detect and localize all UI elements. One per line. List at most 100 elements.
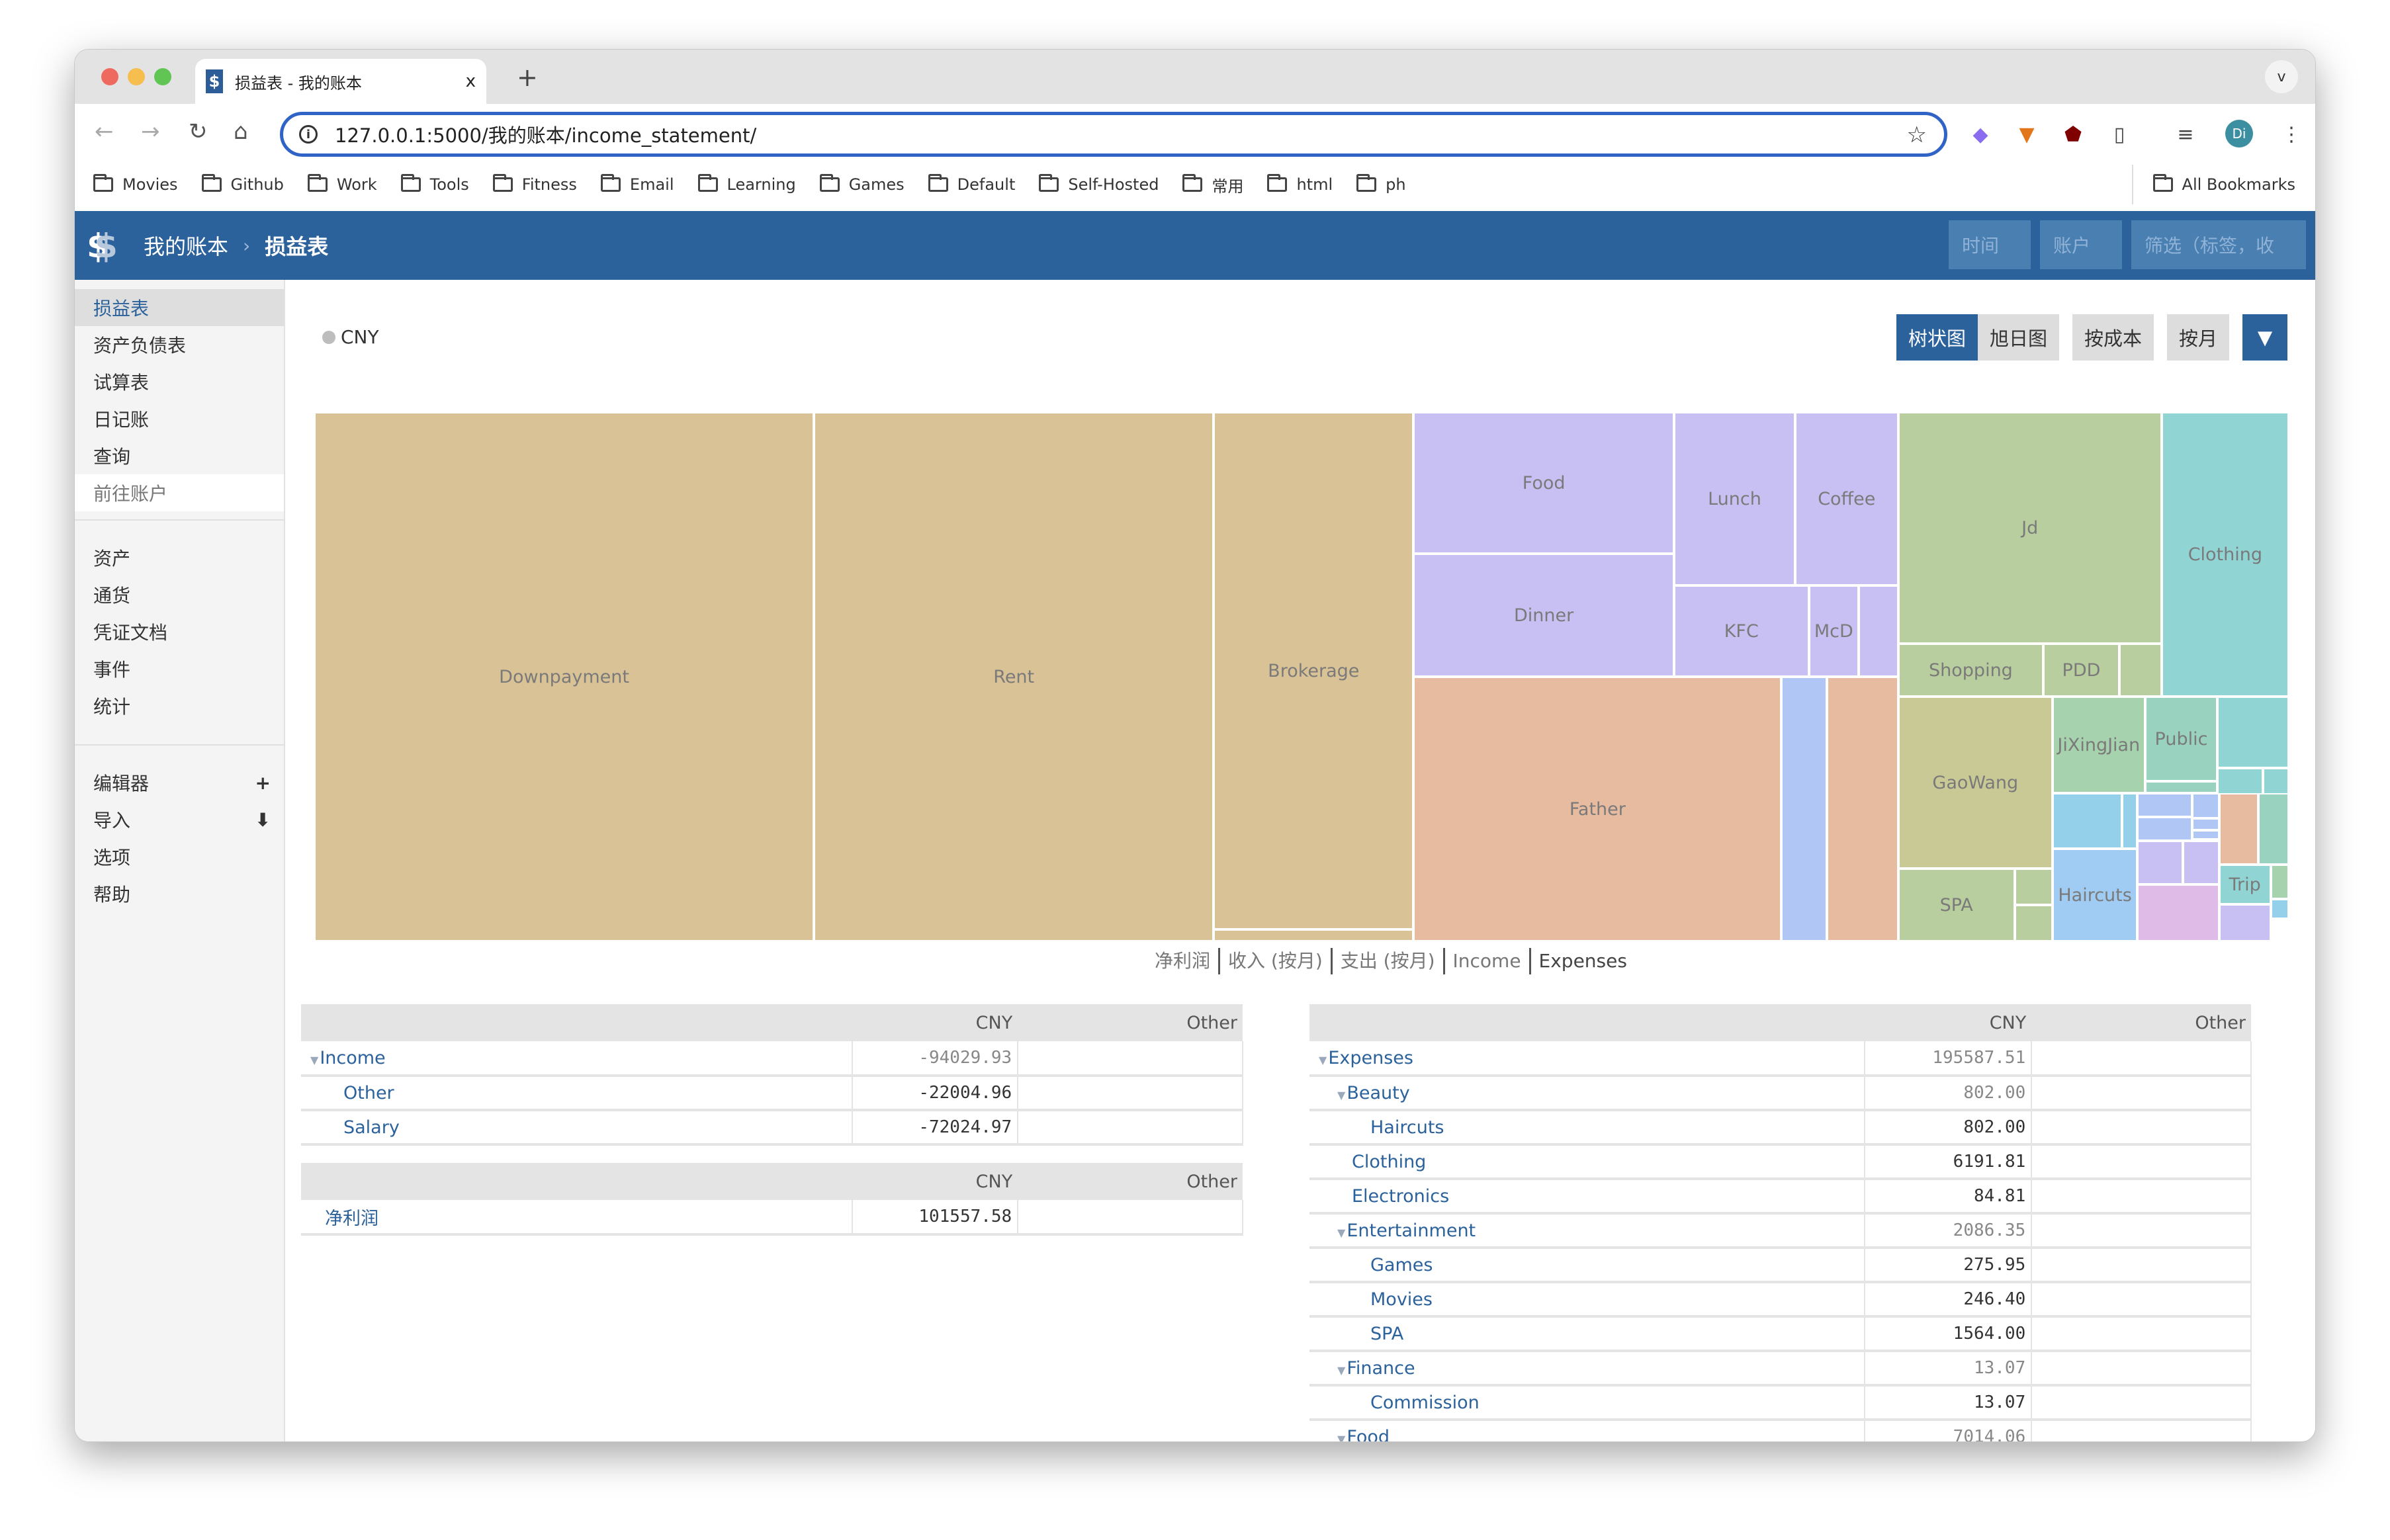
download-arrow-icon[interactable]: ⬇ xyxy=(255,809,271,831)
treemap-tile[interactable] xyxy=(1859,585,1898,677)
collapse-triangle-icon[interactable]: ▼ xyxy=(1337,1089,1345,1101)
treemap-tile-brokerage[interactable]: Brokerage xyxy=(1214,412,1414,929)
treemap-tile-jd[interactable]: Jd xyxy=(1898,412,2162,644)
sidebar-item-assets[interactable]: 资产 xyxy=(75,539,284,576)
account-link[interactable]: Finance xyxy=(1347,1358,1415,1379)
header-cny[interactable]: CNY xyxy=(852,1163,1018,1200)
ublock-shield-icon[interactable]: ⬟ xyxy=(2060,118,2086,150)
account-link[interactable]: Commission xyxy=(1370,1392,1480,1413)
treemap-tile-coffee[interactable]: Coffee xyxy=(1795,412,1898,585)
treemap-tile[interactable] xyxy=(2219,904,2271,941)
bookmark-folder[interactable]: Tools xyxy=(400,174,469,194)
all-bookmarks-folder[interactable]: All Bookmarks xyxy=(2131,165,2295,204)
tab-net-profit[interactable]: 净利润 xyxy=(1147,948,1221,974)
chart-legend[interactable]: CNY xyxy=(322,326,379,348)
treemap-tile[interactable] xyxy=(2014,905,2053,941)
header-cny[interactable]: CNY xyxy=(1865,1004,2032,1041)
treemap-tile[interactable] xyxy=(2137,841,2183,884)
url-text[interactable]: 127.0.0.1:5000/我的账本/income_statement/ xyxy=(335,120,756,148)
treemap-tile[interactable] xyxy=(1827,677,1898,941)
collapse-triangle-icon[interactable]: ▼ xyxy=(1337,1433,1345,1442)
account-filter-input[interactable]: 账户 xyxy=(2040,220,2122,269)
treemap-tile-spa[interactable]: SPA xyxy=(1898,869,2015,941)
treemap-tile-mcd[interactable]: McD xyxy=(1808,585,1859,677)
sidebar-item-documents[interactable]: 凭证文档 xyxy=(75,613,284,650)
treemap-tile[interactable] xyxy=(2122,793,2138,849)
sidebar-item-events[interactable]: 事件 xyxy=(75,650,284,687)
sidebar-item-income-statement[interactable]: 损益表 xyxy=(75,289,284,326)
new-tab-button[interactable]: + xyxy=(517,63,538,92)
treemap-tile[interactable] xyxy=(1214,929,1414,941)
plus-icon[interactable]: + xyxy=(255,772,271,794)
bookmark-folder[interactable]: html xyxy=(1267,174,1333,194)
close-window-button[interactable] xyxy=(101,68,118,85)
treemap-tile[interactable] xyxy=(1781,677,1828,941)
collapse-triangle-icon[interactable]: ▼ xyxy=(1319,1054,1327,1066)
treemap-tile-gaowang[interactable]: GaoWang xyxy=(1898,697,2053,869)
tab-income-monthly[interactable]: 收入 (按月) xyxy=(1220,948,1333,974)
fox-extension-icon[interactable]: ▼ xyxy=(2014,118,2040,150)
sidebar-item-query[interactable]: 查询 xyxy=(75,437,284,474)
tab-expenses-monthly[interactable]: 支出 (按月) xyxy=(1333,948,1445,974)
treemap-tile-lunch[interactable]: Lunch xyxy=(1673,412,1795,585)
treemap-tile[interactable] xyxy=(2137,793,2192,817)
treemap-tile[interactable] xyxy=(2014,869,2053,905)
tab-income[interactable]: Income xyxy=(1445,948,1531,974)
treemap-tile-haircuts[interactable]: Haircuts xyxy=(2053,849,2138,941)
go-to-account-input[interactable]: 前往账户 xyxy=(75,474,284,511)
fava-logo-icon[interactable]: $ $ xyxy=(85,227,118,265)
treemap-tile[interactable] xyxy=(2137,817,2192,841)
tag-filter-input[interactable]: 筛选（标签，收 xyxy=(2131,220,2306,269)
account-link[interactable]: Salary xyxy=(343,1117,400,1138)
treemap-tile[interactable] xyxy=(2182,841,2219,884)
sunburst-button[interactable]: 旭日图 xyxy=(1977,314,2059,361)
reload-icon[interactable]: ↻ xyxy=(189,118,208,145)
tab-search-button[interactable]: v xyxy=(2265,60,2298,93)
treemap-tile[interactable] xyxy=(2053,793,2123,849)
collapse-triangle-icon[interactable]: ▼ xyxy=(310,1054,318,1066)
sidebar-item-journal[interactable]: 日记账 xyxy=(75,400,284,437)
treemap-tile[interactable] xyxy=(2145,781,2218,793)
treemap-tile-kfc[interactable]: KFC xyxy=(1673,585,1809,677)
back-arrow-icon[interactable]: ← xyxy=(95,118,114,145)
tab-close-icon[interactable]: x xyxy=(466,71,476,91)
treemap-tile[interactable] xyxy=(2270,865,2289,899)
treemap-button[interactable]: 树状图 xyxy=(1896,314,1978,361)
browser-tab[interactable]: $ 损益表 - 我的账本 x xyxy=(195,59,486,104)
account-link[interactable]: Expenses xyxy=(1328,1048,1413,1068)
account-link[interactable]: Entertainment xyxy=(1347,1220,1476,1241)
treemap-tile-food[interactable]: Food xyxy=(1413,412,1674,554)
sidebar-item-help[interactable]: 帮助 xyxy=(75,875,284,912)
treemap-tile[interactable] xyxy=(2137,884,2219,941)
account-link[interactable]: Movies xyxy=(1370,1289,1433,1310)
treemap-tile[interactable] xyxy=(2219,793,2259,865)
net-profit-link[interactable]: 净利润 xyxy=(325,1209,378,1229)
bookmark-folder[interactable]: 常用 xyxy=(1182,173,1243,196)
forward-arrow-icon[interactable]: → xyxy=(141,118,160,145)
header-other[interactable]: Other xyxy=(1018,1004,1243,1041)
bookmark-folder[interactable]: Github xyxy=(201,174,284,194)
chart-toggle-triangle-icon[interactable]: ▼ xyxy=(2242,314,2287,361)
bookmark-folder[interactable]: Learning xyxy=(697,174,796,194)
time-filter-input[interactable]: 时间 xyxy=(1949,220,2031,269)
extensions-puzzle-icon[interactable]: ▯ xyxy=(2106,118,2133,150)
profile-avatar[interactable]: Di xyxy=(2225,120,2253,148)
sidebar-item-import[interactable]: 导入 ⬇ xyxy=(75,801,284,838)
treemap-tile-clothing[interactable]: Clothing xyxy=(2161,412,2289,697)
treemap-tile-trip[interactable]: Trip xyxy=(2219,865,2271,904)
monthly-button[interactable]: 按月 xyxy=(2166,314,2229,361)
kebab-menu-icon[interactable]: ⋮ xyxy=(2278,118,2305,150)
treemap-tile[interactable] xyxy=(2270,899,2289,919)
treemap-tile-pdd[interactable]: PDD xyxy=(2043,644,2119,697)
tab-expenses[interactable]: Expenses xyxy=(1531,948,1635,974)
sidebar-item-statistics[interactable]: 统计 xyxy=(75,687,284,724)
account-link[interactable]: Income xyxy=(320,1048,385,1068)
collapse-triangle-icon[interactable]: ▼ xyxy=(1337,1226,1345,1239)
site-info-icon[interactable]: i xyxy=(299,125,318,144)
minimize-window-button[interactable] xyxy=(128,68,145,85)
collapse-triangle-icon[interactable]: ▼ xyxy=(1337,1364,1345,1377)
treemap-tile-downpayment[interactable]: Downpayment xyxy=(314,412,815,941)
crystal-extension-icon[interactable]: ◆ xyxy=(1967,118,1994,150)
account-link[interactable]: Beauty xyxy=(1347,1083,1409,1103)
header-cny[interactable]: CNY xyxy=(852,1004,1018,1041)
